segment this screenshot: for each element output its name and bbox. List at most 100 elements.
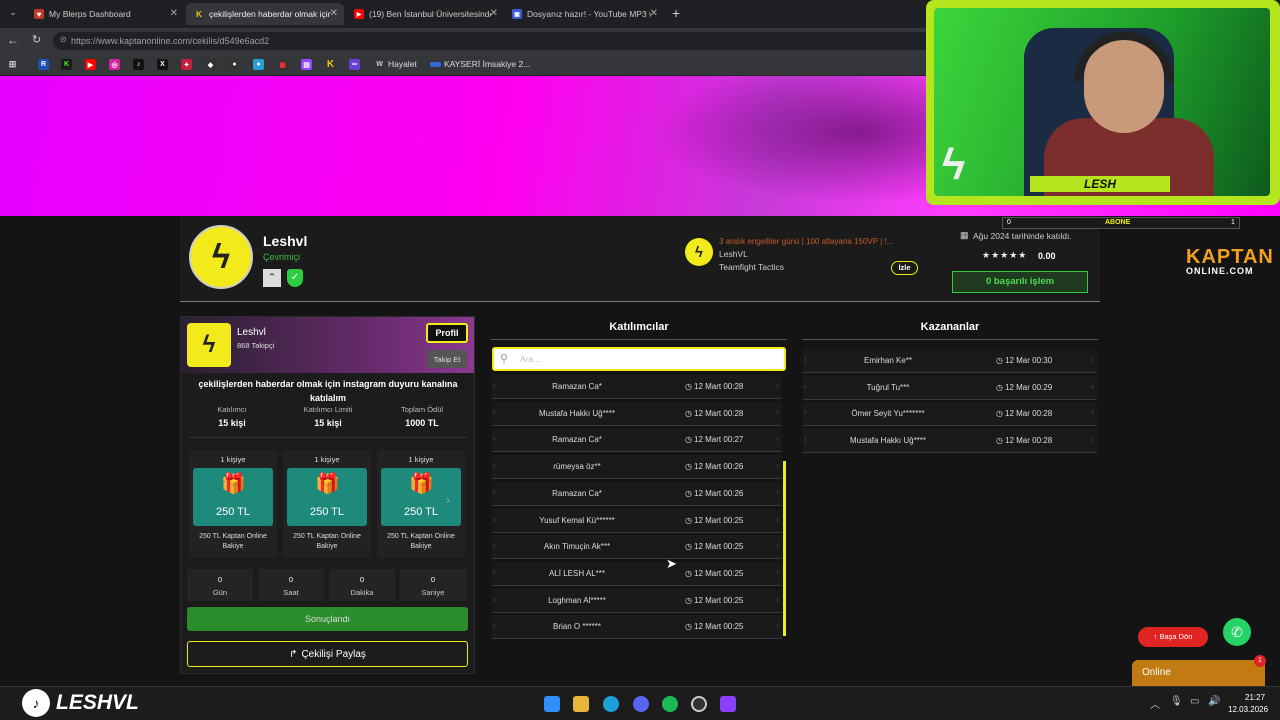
followers-count: 868 Takipçi bbox=[237, 341, 275, 350]
bookmark-kayseri[interactable]: KAYSERİ İmsakiye 2... bbox=[444, 59, 530, 69]
bookmark-tiktok-icon[interactable]: ♪ bbox=[133, 59, 144, 70]
bookmark-kaptan-icon[interactable]: K bbox=[325, 59, 336, 70]
row-time: 12 Mart 00:25 bbox=[694, 622, 744, 632]
profile-button[interactable]: Profil bbox=[426, 323, 468, 343]
tab-kaptan[interactable]: K çekilişlerden haberdar olmak için i...… bbox=[186, 3, 344, 25]
tiktok-name: LESHVL bbox=[56, 691, 139, 714]
row-name: Ramazan Ca* bbox=[552, 435, 602, 445]
stat-value: 15 kişi bbox=[314, 418, 342, 428]
spotify-icon[interactable] bbox=[662, 696, 678, 712]
bookmark-x-icon[interactable]: X bbox=[157, 59, 168, 70]
row-time: 12 Mart 00:25 bbox=[694, 568, 744, 578]
row-time: 12 Mar 00:28 bbox=[1005, 409, 1053, 419]
bookmark-hayalet[interactable]: Hayalet bbox=[388, 59, 417, 69]
bookmark-blue-icon[interactable]: ● bbox=[253, 59, 264, 70]
bookmark-kick-icon[interactable]: K bbox=[61, 59, 72, 70]
close-icon[interactable]: ✕ bbox=[650, 8, 658, 19]
tray-chevron-icon[interactable]: ︿ bbox=[1150, 696, 1160, 711]
url-input[interactable]: https://www.kaptanonline.com/cekilis/d54… bbox=[53, 32, 933, 50]
row-name: Emirhan Ke** bbox=[863, 356, 913, 365]
carousel-next-icon[interactable]: › bbox=[446, 493, 450, 507]
discord-icon[interactable] bbox=[633, 696, 649, 712]
tab-blerps[interactable]: ♥ My Blerps Dashboard ✕ bbox=[26, 3, 184, 25]
converter-icon: ▣ bbox=[512, 9, 522, 19]
countdown-minutes: 0 Dakika bbox=[329, 569, 395, 601]
bookmark-red2-icon[interactable]: ▣ bbox=[277, 59, 288, 70]
ended-button[interactable]: Sonuçlandı bbox=[187, 607, 468, 631]
obs-icon[interactable] bbox=[691, 696, 707, 712]
youtube-icon: ▶ bbox=[354, 9, 364, 19]
list-item: › Yusuf Kemal Kü****** ◷ 12 Mart 00:25 ‹ bbox=[492, 508, 782, 533]
sub-goal-label: ABONE bbox=[1105, 219, 1131, 226]
file-explorer-icon[interactable] bbox=[573, 696, 589, 712]
reload-icon[interactable]: ↻ bbox=[32, 33, 41, 46]
streamlabs-icon[interactable] bbox=[720, 696, 736, 712]
bookmark-twitch-icon[interactable]: ▤ bbox=[301, 59, 312, 70]
close-icon[interactable]: ✕ bbox=[490, 8, 498, 19]
tab-search-icon[interactable]: ⌄ bbox=[6, 7, 20, 21]
prize-people: 1 kişiye bbox=[314, 455, 340, 464]
success-button[interactable]: 0 başarılı işlem bbox=[952, 271, 1088, 293]
bookmark-red-icon[interactable]: ✦ bbox=[181, 59, 192, 70]
stream-avatar[interactable]: ϟ bbox=[685, 238, 713, 266]
bookmark-kayseri-icon[interactable] bbox=[430, 62, 441, 67]
monitor-icon[interactable]: ▭ bbox=[1190, 696, 1199, 707]
apps-icon[interactable]: ⊞ bbox=[7, 59, 18, 70]
back-to-top-button[interactable]: ↑ Başa Dön bbox=[1138, 627, 1208, 647]
search-icon: ⚲ bbox=[500, 353, 509, 365]
card-avatar[interactable]: ϟ bbox=[187, 323, 231, 367]
sub-goal-start: 0 bbox=[1007, 219, 1011, 226]
site-info-icon[interactable]: ⊙ bbox=[60, 35, 67, 44]
giveaway-card: ϟ Leshvl 868 Takipçi Profil Takip Et çek… bbox=[180, 316, 475, 674]
gift-icon: 🎁 bbox=[315, 473, 340, 495]
cam-name: LESH bbox=[1083, 177, 1116, 191]
mic-icon[interactable]: 🎙 bbox=[1170, 696, 1183, 707]
online-label: Online bbox=[1142, 667, 1171, 678]
clock-icon: ◷ bbox=[685, 542, 692, 552]
search-placeholder: Ara... bbox=[520, 354, 541, 364]
row-name: rümeysa öz** bbox=[553, 462, 601, 472]
row-name: Loghman Al***** bbox=[548, 595, 606, 605]
stat-participants: Katılımcı 15 kişi bbox=[187, 405, 277, 428]
list-item: › Mustafa Hakkı Uğ**** ◷ 12 Mart 00:28 ‹ bbox=[492, 401, 782, 426]
watch-button[interactable]: İzle bbox=[891, 261, 918, 275]
back-icon[interactable]: ← bbox=[7, 33, 19, 47]
row-name: ALİ LESH AL*** bbox=[548, 568, 606, 578]
bookmark-instagram-icon[interactable]: ◎ bbox=[109, 59, 120, 70]
list-scrollbar[interactable] bbox=[783, 461, 786, 636]
edge-icon[interactable] bbox=[603, 696, 619, 712]
chevron-left-icon: ‹ bbox=[776, 407, 779, 417]
chevron-left-icon: ‹ bbox=[1091, 381, 1094, 391]
row-name: Akın Timuçin Ak*** bbox=[543, 542, 611, 552]
bookmark-r-icon[interactable]: R bbox=[38, 59, 49, 70]
clock-date[interactable]: 12.03.2026 bbox=[1228, 705, 1268, 714]
clock-icon: ◷ bbox=[996, 382, 1003, 392]
chevron-left-icon: ‹ bbox=[776, 487, 779, 497]
whatsapp-icon[interactable]: ✆ bbox=[1223, 618, 1251, 646]
follow-button[interactable]: Takip Et bbox=[427, 350, 467, 368]
clock-time[interactable]: 21:27 bbox=[1245, 693, 1265, 702]
countdown-number: 0 bbox=[430, 575, 436, 584]
bookmark-purple-icon[interactable]: ∞ bbox=[349, 59, 360, 70]
clock-icon: ◷ bbox=[685, 408, 692, 418]
close-icon[interactable]: ✕ bbox=[170, 8, 178, 19]
row-name: Brian O ****** bbox=[552, 622, 602, 632]
bookmark-circle-icon[interactable]: ● bbox=[229, 59, 240, 70]
participant-search-input[interactable]: ⚲ Ara... bbox=[492, 347, 786, 371]
bookmark-youtube-icon[interactable]: ▶ bbox=[85, 59, 96, 70]
bookmark-hayalet-icon[interactable]: W bbox=[374, 59, 385, 70]
online-chat-widget[interactable]: Online 1 bbox=[1132, 655, 1266, 686]
webcam-overlay: LESH ϟ bbox=[926, 0, 1280, 205]
new-tab-button[interactable]: + bbox=[672, 5, 680, 21]
row-name: Yusuf Kemal Kü****** bbox=[539, 515, 615, 525]
chevron-left-icon: ‹ bbox=[776, 461, 779, 471]
volume-icon[interactable]: 🔊 bbox=[1208, 696, 1220, 707]
tab-youtube[interactable]: ▶ (19) Ben İstanbul Üniversitesinde H...… bbox=[346, 3, 504, 25]
divider bbox=[189, 437, 467, 438]
tab-converter[interactable]: ▣ Dosyanız hazır! - YouTube MP3 ve... ✕ bbox=[504, 3, 664, 25]
clock-icon: ◷ bbox=[685, 622, 692, 632]
share-button[interactable]: ↱ Çekilişi Paylaş bbox=[187, 641, 468, 667]
windows-start-icon[interactable] bbox=[544, 696, 560, 712]
close-icon[interactable]: ✕ bbox=[330, 8, 338, 19]
bookmark-diamond-icon[interactable]: ◆ bbox=[205, 59, 216, 70]
